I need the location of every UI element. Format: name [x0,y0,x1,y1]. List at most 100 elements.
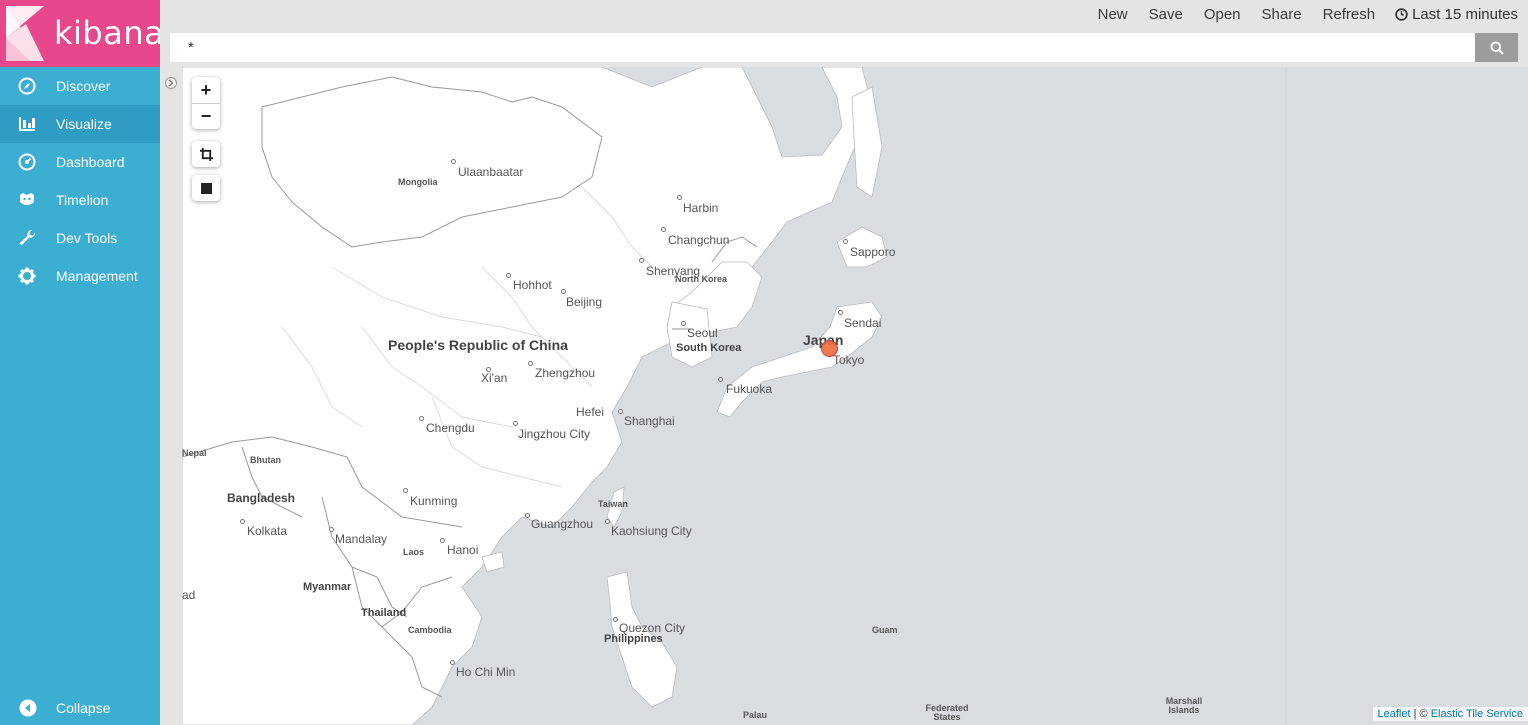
city-dot [843,239,848,244]
map-label-edge: ad [182,588,196,602]
attribution-separator: | © [1413,708,1428,720]
city-dot [451,159,456,164]
city-dot [677,195,682,200]
tile-map[interactable]: + − Mongolia People's Republic of China … [182,67,1528,725]
map-label-ulaanbaatar: Ulaanbaatar [458,165,524,179]
map-label-mandalay: Mandalay [335,532,388,546]
map-label-south-korea: South Korea [676,342,742,354]
dashboard-icon [0,153,56,171]
map-basemap [182,67,1287,725]
map-label-hefei: Hefei [576,405,605,419]
map-label-sendai: Sendai [844,316,882,330]
map-label-chengdu: Chengdu [426,421,475,435]
city-dot [240,519,245,524]
sidebar-item-visualize[interactable]: Visualize [0,105,160,143]
collapse-arrow-icon [0,699,56,717]
sidebar-item-discover[interactable]: Discover [0,67,160,105]
query-bar [170,33,1518,62]
sidebar: kibana Discover Visualize Dashboard Time… [0,0,160,725]
city-dot [618,409,623,414]
map-label-cambodia: Cambodia [408,625,452,635]
collapse-label: Collapse [56,700,111,716]
sidebar-item-timelion[interactable]: Timelion [0,181,160,219]
map-label-kunming: Kunming [410,494,458,508]
map-label-china: People's Republic of China [388,337,568,353]
map-label-beijing: Beijing [566,295,603,309]
city-dot [506,273,511,278]
collapse-button[interactable]: Collapse [0,691,160,725]
fit-bounds-button[interactable] [192,141,220,167]
draw-rectangle-button[interactable] [192,175,220,201]
map-label-marshall-islands: Marshall Islands [1165,696,1203,715]
city-dot [525,513,530,518]
square-icon [200,182,212,194]
sidebar-item-dev-tools[interactable]: Dev Tools [0,219,160,257]
sidebar-item-dashboard[interactable]: Dashboard [0,143,160,181]
refresh-button[interactable]: Refresh [1323,6,1376,23]
city-dot [419,416,424,421]
city-dot [561,289,566,294]
search-button[interactable] [1475,33,1518,62]
city-dot [329,527,334,532]
open-button[interactable]: Open [1204,6,1241,23]
bar-chart-icon [0,115,56,133]
time-picker[interactable]: Last 15 minutes [1395,6,1518,23]
map-label-tokyo: Tokyo [833,353,865,367]
map-label-bhutan: Bhutan [250,455,281,465]
save-button[interactable]: Save [1149,6,1183,23]
sidebar-item-label: Dashboard [56,154,125,170]
map-label-thailand: Thailand [361,607,407,619]
top-nav: New Save Open Share Refresh Last 15 minu… [160,0,1528,28]
sidebar-item-label: Discover [56,78,111,94]
map-label-myanmar: Myanmar [303,581,352,593]
map-label-shenyang: Shenyang [646,264,701,278]
map-label-shanghai: Shanghai [624,414,675,428]
compass-icon [0,77,56,95]
map-label-federated-states: Federated States [925,703,969,722]
map-label-hanoi: Hanoi [447,543,479,557]
zoom-out-button[interactable]: − [192,103,220,129]
map-label-taiwan: Taiwan [598,499,628,509]
city-dot [605,519,610,524]
map-label-hohhot: Hohhot [513,278,552,292]
map-label-zhengzhou: Zhengzhou [535,366,596,380]
zoom-in-button[interactable]: + [192,77,220,103]
map-label-changchun: Changchun [668,233,730,247]
map-label-fukuoka: Fukuoka [726,382,773,396]
sidebar-toggle-button[interactable] [165,77,177,89]
fit-bounds-control [192,141,220,167]
map-label-hochiminh: Ho Chi Min [456,665,516,679]
elastic-tile-service-link[interactable]: Elastic Tile Service [1431,708,1523,720]
leaflet-link[interactable]: Leaflet [1378,708,1411,720]
map-label-harbin: Harbin [683,201,719,215]
map-label-palau: Palau [743,710,768,720]
city-dot [403,488,408,493]
map-label-guangzhou: Guangzhou [531,517,594,531]
share-button[interactable]: Share [1262,6,1302,23]
sidebar-item-label: Management [56,268,138,284]
city-dot [661,227,666,232]
city-dot [681,321,686,326]
city-dot [838,310,843,315]
city-dot [639,258,644,263]
crop-icon [199,147,213,161]
kibana-logo[interactable]: kibana [0,0,160,67]
city-dot [513,421,518,426]
map-label-laos: Laos [403,547,425,557]
sidebar-item-management[interactable]: Management [0,257,160,295]
map-label-seoul: Seoul [687,326,718,340]
city-dot [440,538,445,543]
map-label-jingzhou: Jingzhou City [518,427,591,441]
logo-text: kibana [54,14,160,52]
search-input[interactable] [170,33,1475,62]
gear-icon [0,267,56,285]
new-button[interactable]: New [1098,6,1128,23]
map-data-marker[interactable] [821,340,838,357]
time-picker-label: Last 15 minutes [1412,5,1518,23]
map-attribution: Leaflet | © Elastic Tile Service [1372,707,1528,721]
chevron-right-icon [168,79,174,87]
map-label-sapporo: Sapporo [850,245,896,259]
map-label-bangladesh: Bangladesh [227,491,296,505]
map-label-philippines: Philippines [604,633,663,645]
map-label-nepal: Nepal [182,448,207,458]
